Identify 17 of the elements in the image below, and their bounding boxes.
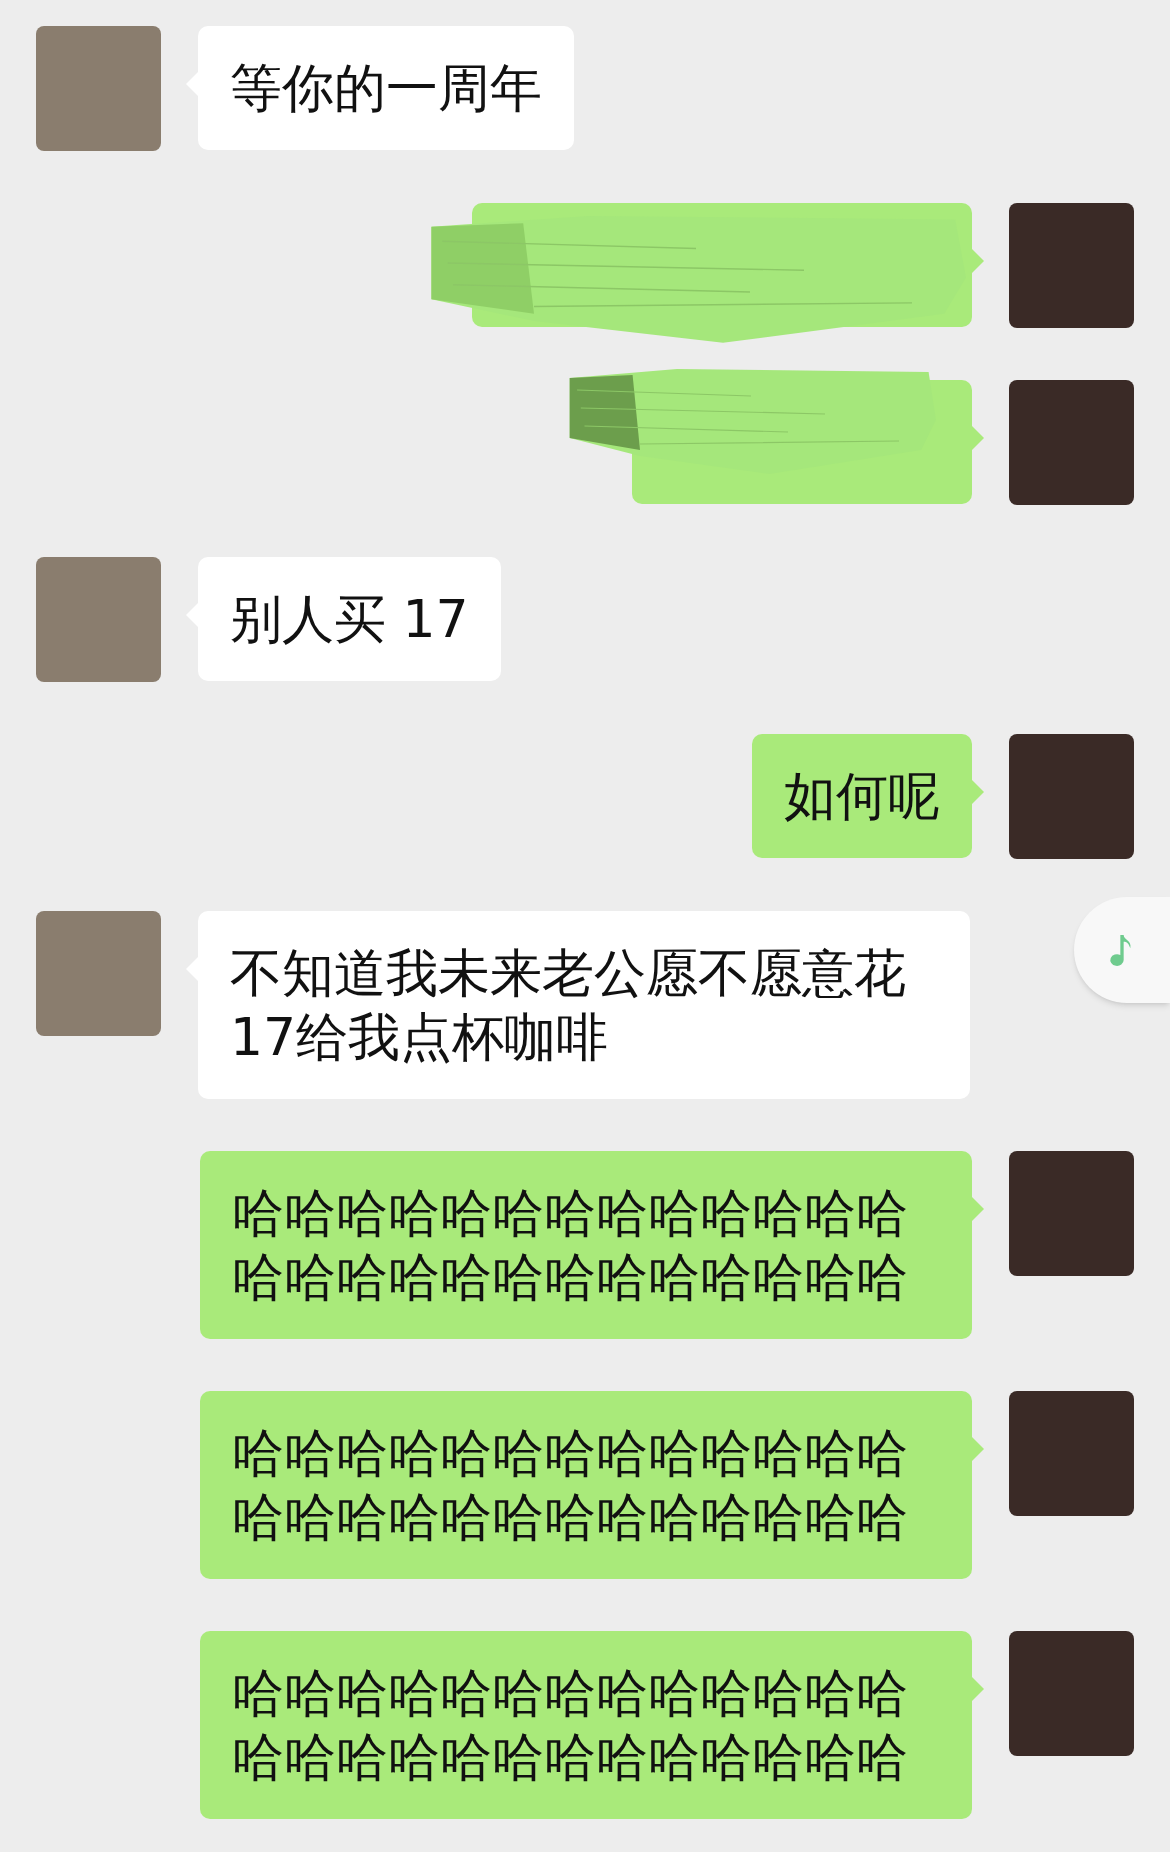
message-text: 不知道我未来老公愿不愿意花17给我点杯咖啡 (230, 943, 906, 1067)
avatar-placeholder[interactable] (1009, 1631, 1134, 1756)
avatar-placeholder[interactable] (1009, 734, 1134, 859)
avatar-placeholder[interactable] (36, 26, 161, 151)
message-text: 哈哈哈哈哈哈哈哈哈哈哈哈哈哈哈哈哈哈哈哈哈哈哈哈哈哈 (232, 1663, 908, 1787)
message-text: 哈哈哈哈哈哈哈哈哈哈哈哈哈哈哈哈哈哈哈哈哈哈哈哈哈哈 (232, 1423, 908, 1547)
avatar-placeholder[interactable] (1009, 380, 1134, 505)
avatar-placeholder[interactable] (1009, 1391, 1134, 1516)
avatar-placeholder[interactable] (1009, 203, 1134, 328)
message-text: 别人买 17 (230, 589, 469, 649)
message-text: 哈哈哈哈哈哈哈哈哈哈哈哈哈哈哈哈哈哈哈哈哈哈哈哈哈哈 (232, 1183, 908, 1307)
message-text: 等你的一周年 (230, 58, 542, 118)
avatar-placeholder[interactable] (1009, 1151, 1134, 1276)
avatar-placeholder[interactable] (36, 557, 161, 682)
avatar-placeholder[interactable] (36, 911, 161, 1036)
floating-music-button[interactable] (1074, 897, 1170, 1003)
message-text: 如何呢 (784, 766, 940, 826)
